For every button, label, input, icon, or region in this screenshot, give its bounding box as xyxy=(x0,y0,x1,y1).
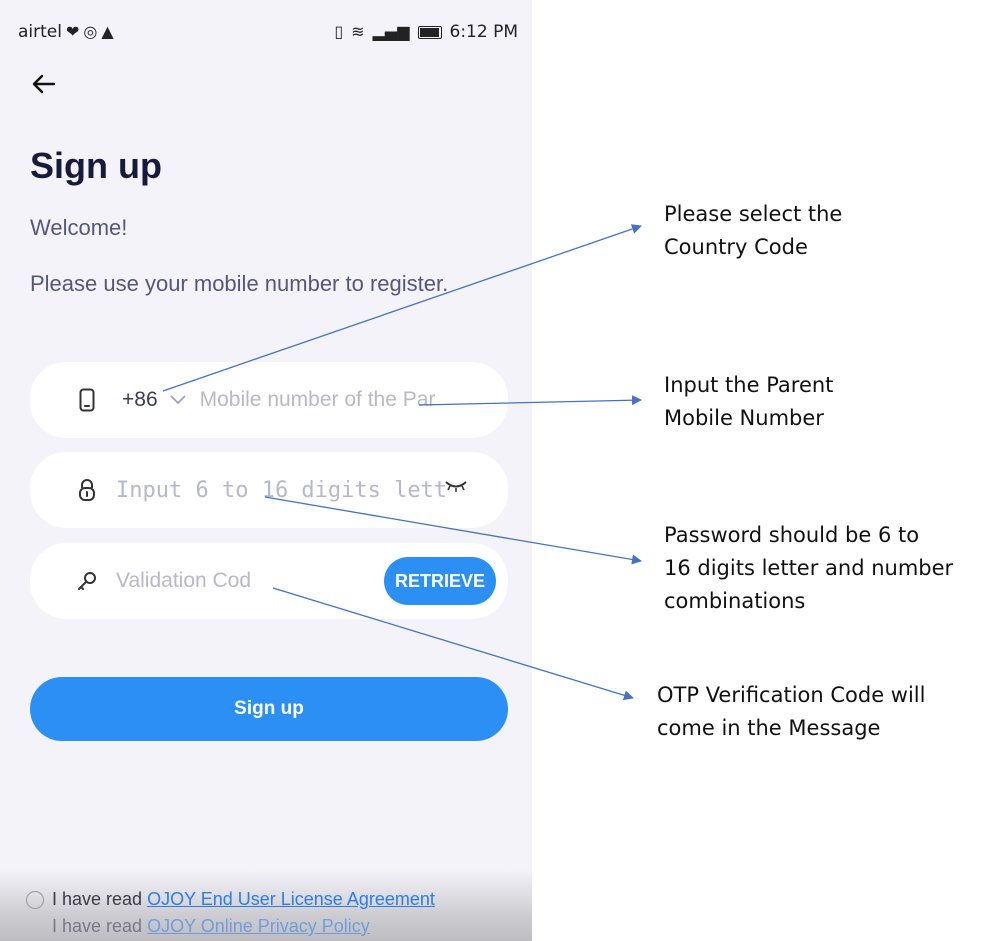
privacy-policy-link[interactable]: OJOY Online Privacy Policy xyxy=(147,916,370,936)
password-input[interactable] xyxy=(114,476,448,504)
lock-icon xyxy=(74,477,100,503)
annotation-otp: OTP Verification Code will come in the M… xyxy=(657,679,987,745)
clock: 6:12 PM xyxy=(449,22,519,42)
password-field xyxy=(30,452,508,528)
instruction-text: Please use your mobile number to registe… xyxy=(30,271,449,296)
heart-icon: ❤ xyxy=(65,22,80,41)
carrier-name: airtel xyxy=(18,22,62,42)
agreement-section: I have read OJOY End User License Agreem… xyxy=(0,870,532,941)
phone-screen: airtel ❤ ◎ ▲ ▯ ≋ ▂▄▆ 6:12 PM Sign up Wel… xyxy=(0,0,532,941)
arrow-left-icon[interactable] xyxy=(30,70,66,106)
annotation-text: come in the Message xyxy=(657,716,881,740)
signup-button[interactable]: Sign up xyxy=(30,677,508,741)
annotation-text: Mobile Number xyxy=(664,406,824,430)
annotation-mobile-number: Input the Parent Mobile Number xyxy=(664,369,964,435)
annotation-text: Password should be 6 to xyxy=(664,523,920,547)
drive-icon: ▲ xyxy=(101,22,114,41)
status-bar: airtel ❤ ◎ ▲ ▯ ≋ ▂▄▆ 6:12 PM xyxy=(0,0,532,68)
back-arrow-svg xyxy=(32,74,56,94)
wifi-icon: ≋ xyxy=(351,22,365,41)
annotation-text: Please select the xyxy=(664,202,843,226)
annotation-text: 16 digits letter and number xyxy=(664,556,954,580)
agreement-line-license: I have read OJOY End User License Agreem… xyxy=(52,889,435,910)
welcome-text: Welcome! xyxy=(30,215,128,240)
vibrate-icon: ▯ xyxy=(334,22,344,41)
battery-icon xyxy=(417,25,442,39)
eye-closed-icon[interactable] xyxy=(444,479,468,498)
status-right: ▯ ≋ ▂▄▆ 6:12 PM xyxy=(334,22,518,42)
whatsapp-icon: ◎ xyxy=(83,22,98,41)
agreement-prefix-2: I have read xyxy=(52,916,148,936)
annotation-country-code: Please select the Country Code xyxy=(664,198,964,264)
annotation-text: OTP Verification Code will xyxy=(657,683,926,707)
chevron-down-icon[interactable] xyxy=(169,392,186,408)
annotation-text: Country Code xyxy=(664,235,808,259)
agreement-line-privacy: I have read OJOY Online Privacy Policy xyxy=(52,916,370,937)
agreement-radio[interactable] xyxy=(26,891,44,909)
retrieve-code-button[interactable]: RETRIEVE xyxy=(384,557,496,605)
signal-icon: ▂▄▆ xyxy=(372,22,410,41)
agreement-prefix: I have read xyxy=(52,889,148,909)
mobile-number-field: +86 xyxy=(30,362,508,438)
license-agreement-link[interactable]: OJOY End User License Agreement xyxy=(147,889,435,909)
annotation-text: combinations xyxy=(664,589,806,613)
annotation-password: Password should be 6 to 16 digits letter… xyxy=(664,519,989,618)
validation-code-field: RETRIEVE xyxy=(30,543,508,619)
page-title: Sign up xyxy=(30,145,162,186)
country-code-select[interactable]: +86 xyxy=(122,388,158,412)
annotation-text: Input the Parent xyxy=(664,373,834,397)
mobile-phone-icon xyxy=(74,387,100,413)
status-left: airtel ❤ ◎ ▲ xyxy=(18,22,114,42)
mobile-number-input[interactable] xyxy=(197,387,492,413)
key-icon xyxy=(74,568,100,594)
validation-code-input[interactable] xyxy=(114,568,303,594)
